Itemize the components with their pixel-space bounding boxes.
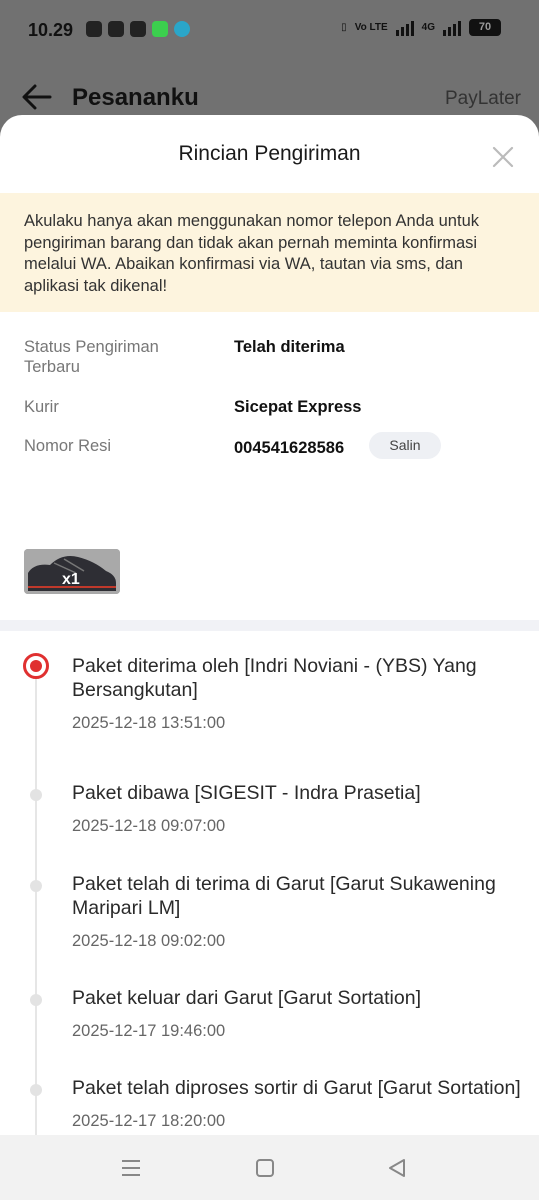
page-title: Pesananku [72,84,199,111]
resi-value: 004541628586 [234,439,345,457]
timeline-line [35,671,37,1135]
security-notice: Akulaku hanya akan menggunakan nomor tel… [0,193,539,312]
shipping-details-sheet: Rincian Pengiriman Akulaku hanya akan me… [0,115,539,1135]
status-time: 10.29 [28,20,74,40]
timeline-item: Paket keluar dari Garut [Garut Sortation… [72,986,522,1041]
paylater-link[interactable]: PayLater [445,88,521,110]
close-icon[interactable] [491,145,515,169]
status-value: Telah diterima [234,338,345,356]
timeline-title: Paket keluar dari Garut [Garut Sortation… [72,987,422,1009]
timeline-dot [30,994,42,1006]
status-indicators: ▯ Vo LTE 4G 70 [341,19,501,36]
tiktok-icon [130,21,146,37]
timeline-time: 2025-12-18 13:51:00 [72,714,226,732]
back-icon[interactable] [386,1157,408,1179]
timeline-dot-active [23,653,49,679]
status-label: Status Pengiriman Terbaru [24,338,159,376]
notification-icons [86,21,190,37]
timeline-title: Paket diterima oleh [Indri Noviani - (YB… [72,655,477,701]
volte-label: Vo LTE [354,22,388,33]
timeline-title: Paket dibawa [SIGESIT - Indra Prasetia] [72,782,421,804]
tracking-timeline: Paket diterima oleh [Indri Noviani - (YB… [0,631,539,1135]
resi-label: Nomor Resi [24,437,112,455]
timeline-dot [30,789,42,801]
sheet-title: Rincian Pengiriman [178,142,361,165]
courier-label: Kurir [24,398,59,416]
recent-apps-icon[interactable] [120,1157,142,1179]
timeline-title: Paket telah diproses sortir di Garut [Ga… [72,1077,521,1099]
section-divider [0,620,539,631]
timeline-title: Paket telah di terima di Garut [Garut Su… [72,873,496,919]
signal-icon [395,20,414,36]
timeline-time: 2025-12-18 09:07:00 [72,817,226,835]
timeline-dot [30,1084,42,1096]
system-nav-bar [0,1135,539,1200]
timeline-time: 2025-12-18 09:02:00 [72,932,226,950]
home-icon[interactable] [254,1157,276,1179]
telegram-icon [108,21,124,37]
back-arrow-icon[interactable] [22,84,52,110]
timeline-item: Paket telah di terima di Garut [Garut Su… [72,872,522,951]
product-quantity: x1 [62,571,80,588]
timeline-dot [30,880,42,892]
app-icon-2 [174,21,190,37]
vibrate-icon: ▯ [341,22,347,33]
signal-icon-2 [443,20,461,36]
timeline-item: Paket telah diproses sortir di Garut [Ga… [72,1076,522,1131]
network-type-label: 4G [421,22,435,33]
timeline-item: Paket diterima oleh [Indri Noviani - (YB… [72,654,522,733]
battery-icon: 70 [469,19,501,36]
timeline-time: 2025-12-17 18:20:00 [72,1112,226,1130]
app-icon [152,21,168,37]
timeline-item: Paket dibawa [SIGESIT - Indra Prasetia] … [72,781,522,836]
timeline-time: 2025-12-17 19:46:00 [72,1022,226,1040]
whatsapp-icon [86,21,102,37]
product-thumbnail[interactable]: x1 [24,549,120,594]
courier-value: Sicepat Express [234,398,362,416]
status-bar: 10.29 ▯ Vo LTE 4G 70 [0,0,539,60]
copy-button[interactable]: Salin [369,432,441,459]
